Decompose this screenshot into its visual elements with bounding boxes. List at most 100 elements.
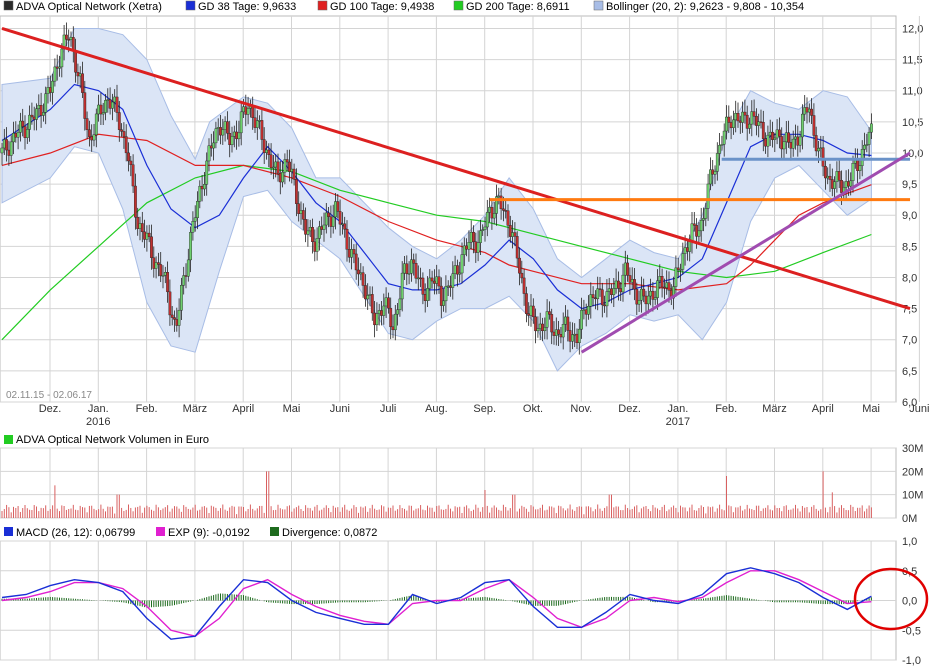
candle-body — [612, 288, 616, 295]
candle-body — [315, 238, 319, 252]
candle-body — [801, 113, 804, 138]
candle-body — [830, 179, 834, 189]
candle-body — [163, 272, 167, 276]
candle-body — [219, 127, 222, 136]
macd-y-tick: 0,0 — [902, 596, 917, 608]
candle-body — [412, 259, 416, 264]
macd-y-tick: 1,0 — [902, 536, 917, 548]
candle-body — [90, 136, 94, 141]
x-tick-label: Sep. — [473, 403, 496, 415]
candle-body — [483, 226, 487, 230]
candle-body — [274, 161, 278, 168]
candle-body — [679, 269, 682, 271]
candle-body — [104, 100, 107, 113]
candle-body — [318, 226, 321, 239]
candle-body — [341, 223, 344, 226]
candle-body — [819, 147, 823, 149]
candle-body — [750, 111, 754, 125]
candle-body — [543, 327, 547, 332]
price-y-tick: 9,5 — [902, 179, 917, 191]
candle-body — [709, 169, 712, 185]
candle-body — [32, 116, 36, 120]
candle-body — [387, 297, 390, 309]
candle-body — [676, 267, 680, 270]
candle-body — [391, 326, 395, 331]
candle-body — [228, 133, 232, 146]
candle-body — [200, 185, 204, 190]
candle-body — [23, 126, 27, 138]
candle-body — [81, 73, 84, 93]
candle-body — [444, 286, 448, 302]
candle-body — [74, 50, 78, 73]
candle-body — [421, 277, 425, 295]
x-tick-label: März — [183, 403, 207, 415]
candle-body — [221, 129, 225, 136]
candle-body — [474, 241, 478, 253]
legend-divergence-label: Divergence: 0,0872 — [282, 527, 377, 539]
candle-body — [48, 87, 52, 93]
candle-body — [736, 113, 740, 122]
candle-body — [377, 310, 381, 314]
candle-body — [85, 118, 89, 130]
x-tick-year: 2016 — [86, 416, 110, 428]
candle-body — [115, 96, 119, 113]
legend-gd100-label: GD 100 Tage: 9,4938 — [330, 1, 434, 13]
candle-body — [46, 87, 50, 94]
candle-body — [856, 160, 860, 171]
candle-body — [120, 129, 124, 132]
candle-body — [584, 309, 588, 315]
candle-body — [12, 133, 15, 143]
candle-body — [313, 241, 317, 252]
candle-body — [479, 230, 482, 243]
candle-body — [184, 275, 188, 277]
candle-body — [568, 330, 572, 342]
candle-body — [642, 288, 646, 297]
candle-body — [94, 113, 98, 136]
candle-body — [159, 264, 163, 277]
candle-body — [472, 231, 475, 242]
legend-exp-swatch — [156, 527, 165, 536]
candle-body — [692, 223, 696, 226]
stock-chart: ADVA Optical Network (Xetra) GD 38 Tage: … — [0, 0, 929, 667]
candle-body — [805, 107, 809, 113]
x-tick-label: Feb. — [715, 403, 737, 415]
candle-body — [630, 279, 634, 283]
candle-body — [782, 141, 786, 150]
candle-body — [265, 149, 268, 153]
candle-body — [453, 265, 457, 274]
candle-body — [361, 272, 365, 286]
candle-body — [867, 131, 871, 145]
candle-body — [853, 160, 857, 164]
x-tick-label: Jan. — [668, 403, 689, 415]
candle-body — [796, 136, 800, 146]
candle-body — [488, 207, 491, 213]
x-tick-label: Dez. — [618, 403, 641, 415]
candle-body — [688, 241, 692, 252]
candle-body — [787, 132, 791, 143]
candle-body — [803, 107, 807, 115]
candle-body — [476, 242, 480, 253]
candle-body — [168, 291, 172, 316]
candle-body — [124, 136, 128, 154]
candle-body — [525, 293, 528, 314]
candle-body — [485, 212, 489, 228]
candle-body — [154, 262, 158, 269]
candle-body — [366, 295, 370, 300]
candle-body — [283, 159, 287, 173]
candle-body — [794, 136, 797, 140]
candle-body — [499, 195, 503, 210]
candle-body — [177, 309, 181, 326]
candle-body — [702, 218, 705, 221]
candle-body — [720, 144, 724, 146]
candle-body — [538, 323, 542, 329]
candle-body — [308, 227, 312, 232]
candle-body — [186, 259, 190, 277]
candle-body — [566, 316, 570, 331]
candle-body — [837, 171, 841, 181]
candle-body — [771, 131, 774, 140]
candle-body — [239, 111, 243, 134]
x-tick-label: Mai — [862, 403, 880, 415]
candle-body — [619, 288, 623, 293]
candle-body — [410, 259, 413, 274]
candle-body — [462, 245, 466, 255]
